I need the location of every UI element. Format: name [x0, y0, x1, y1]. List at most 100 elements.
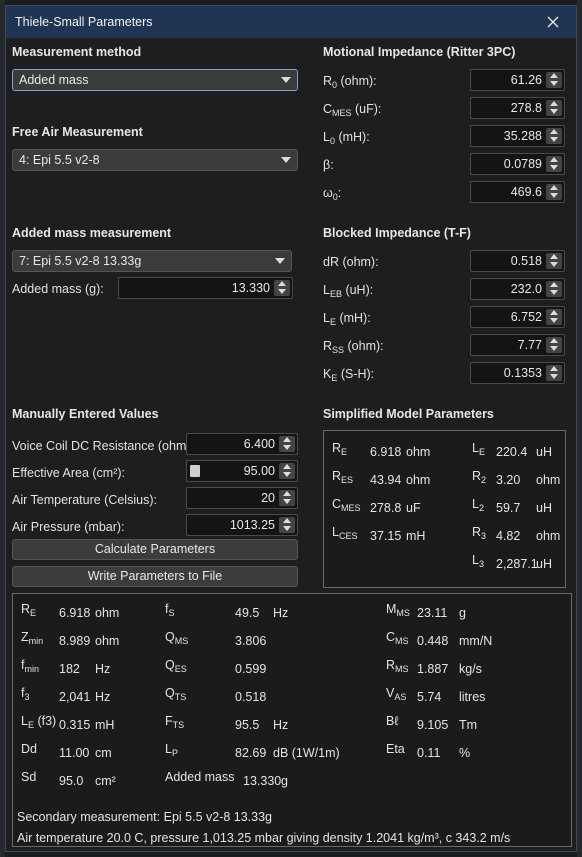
spin-buttons[interactable] — [279, 517, 295, 533]
spin-buttons[interactable] — [546, 72, 562, 88]
result-unit: g — [281, 774, 288, 788]
param-input[interactable]: 61.26 — [470, 69, 565, 91]
param-input[interactable]: 469.6 — [470, 181, 565, 203]
result-value: 5.74 — [417, 690, 442, 704]
added-mass-select[interactable]: 7: Epi 5.5 v2-8 13.33g — [12, 250, 292, 272]
close-icon — [547, 16, 559, 28]
manual-field-input[interactable]: 6.400 — [186, 433, 298, 455]
simplified-unit: ohm — [536, 529, 561, 543]
result-unit: ohm — [95, 634, 120, 648]
background-app-right — [577, 0, 582, 857]
simplified-value: 2,287.1 — [496, 557, 538, 571]
result-symbol: Bℓ — [386, 714, 399, 728]
param-input-value: 0.1353 — [503, 366, 542, 380]
title-bar: Thiele-Small Parameters — [6, 6, 576, 38]
result-symbol: RMS — [386, 658, 409, 674]
result-symbol: Dd — [21, 742, 37, 756]
spin-buttons[interactable] — [279, 463, 295, 479]
simplified-value: 6.918 — [370, 445, 402, 459]
simplified-value: 3.20 — [496, 473, 521, 487]
result-unit: Hz — [273, 606, 289, 620]
spin-buttons[interactable] — [546, 365, 562, 381]
spin-buttons[interactable] — [546, 184, 562, 200]
manual-field-input[interactable]: 95.00 — [186, 460, 298, 482]
param-input[interactable]: 0.0789 — [470, 153, 565, 175]
param-input[interactable]: 278.8 — [470, 97, 565, 119]
result-value: 0.448 — [417, 634, 449, 648]
param-input-value: 61.26 — [510, 73, 542, 87]
param-input-value: 469.6 — [510, 185, 542, 199]
result-symbol: QES — [165, 658, 187, 674]
spin-buttons[interactable] — [279, 490, 295, 506]
simplified-value: 37.15 — [370, 529, 402, 543]
simplified-unit: ohm — [406, 445, 431, 459]
blocked-heading: Blocked Impedance (T-F) — [323, 226, 471, 240]
simplified-value: 220.4 — [496, 445, 528, 459]
chevron-down-icon — [281, 157, 291, 163]
simplified-unit: uH — [536, 501, 552, 515]
spin-buttons[interactable] — [546, 100, 562, 116]
param-input[interactable]: 0.518 — [470, 250, 565, 272]
manual-field-label: Effective Area (cm²): — [12, 466, 125, 480]
spin-buttons[interactable] — [546, 156, 562, 172]
result-value: 23.11 — [417, 606, 448, 620]
measurement-method-heading: Measurement method — [12, 45, 142, 59]
measurement-method-select[interactable]: Added mass — [12, 69, 298, 91]
param-label: LEB (uH): — [323, 283, 374, 299]
result-value: 0.315 — [59, 718, 91, 732]
result-unit: ohm — [95, 606, 120, 620]
calculator-icon[interactable] — [190, 465, 200, 477]
result-symbol: FTS — [165, 714, 185, 730]
result-unit: cm² — [95, 774, 116, 788]
param-input[interactable]: 35.288 — [470, 125, 565, 147]
param-label: ω0: — [323, 186, 342, 202]
write-parameters-button[interactable]: Write Parameters to File — [12, 566, 298, 587]
added-mass-label: Added mass (g): — [12, 282, 104, 296]
result-unit: Hz — [95, 662, 111, 676]
manual-field-input[interactable]: 1013.25 — [186, 514, 298, 536]
spin-buttons[interactable] — [546, 309, 562, 325]
manual-heading: Manually Entered Values — [12, 407, 159, 421]
simplified-value: 278.8 — [370, 501, 402, 515]
simplified-unit: uF — [406, 501, 421, 515]
added-mass-heading: Added mass measurement — [12, 226, 172, 240]
param-input[interactable]: 6.752 — [470, 306, 565, 328]
spin-buttons[interactable] — [279, 436, 295, 452]
calculate-parameters-button[interactable]: Calculate Parameters — [12, 539, 298, 560]
manual-field-input-value: 20 — [261, 491, 275, 505]
added-mass-select-value: 7: Epi 5.5 v2-8 13.33g — [19, 254, 142, 268]
result-symbol: f3 — [21, 686, 30, 702]
air-conditions-text: Air temperature 20.0 C, pressure 1,013.2… — [17, 831, 510, 845]
spin-buttons[interactable] — [546, 128, 562, 144]
result-unit: Hz — [273, 718, 289, 732]
result-value: 3.806 — [235, 634, 267, 648]
simplified-symbol: R3 — [472, 525, 487, 541]
simplified-symbol: L3 — [472, 553, 484, 569]
spin-buttons[interactable] — [546, 253, 562, 269]
spin-buttons[interactable] — [274, 280, 290, 296]
param-input[interactable]: 232.0 — [470, 278, 565, 300]
param-input[interactable]: 0.1353 — [470, 362, 565, 384]
result-unit: litres — [459, 690, 486, 704]
free-air-select[interactable]: 4: Epi 5.5 v2-8 — [12, 149, 298, 171]
thiele-small-dialog: Thiele-Small Parameters Measurement meth… — [5, 5, 577, 852]
added-mass-input[interactable]: 13.330 — [118, 277, 293, 299]
manual-field-label: Air Temperature (Celsius): — [12, 493, 157, 507]
simplified-heading: Simplified Model Parameters — [323, 407, 494, 421]
simplified-unit: ohm — [536, 473, 561, 487]
result-value: 95.0 — [59, 774, 84, 788]
spin-buttons[interactable] — [546, 337, 562, 353]
result-symbol: fS — [165, 602, 175, 618]
param-label: L0 (mH): — [323, 130, 370, 146]
close-button[interactable] — [530, 6, 576, 38]
param-input[interactable]: 7.77 — [470, 334, 565, 356]
manual-field-input[interactable]: 20 — [186, 487, 298, 509]
result-value: 2,041 — [59, 690, 91, 704]
simplified-symbol: LE — [472, 441, 485, 457]
result-symbol: Eta — [386, 742, 405, 756]
manual-field-label: Voice Coil DC Resistance (ohm): — [12, 439, 195, 453]
spin-buttons[interactable] — [546, 281, 562, 297]
result-value: 0.599 — [235, 662, 267, 676]
result-unit: kg/s — [459, 662, 482, 676]
result-symbol: RE — [21, 602, 37, 618]
